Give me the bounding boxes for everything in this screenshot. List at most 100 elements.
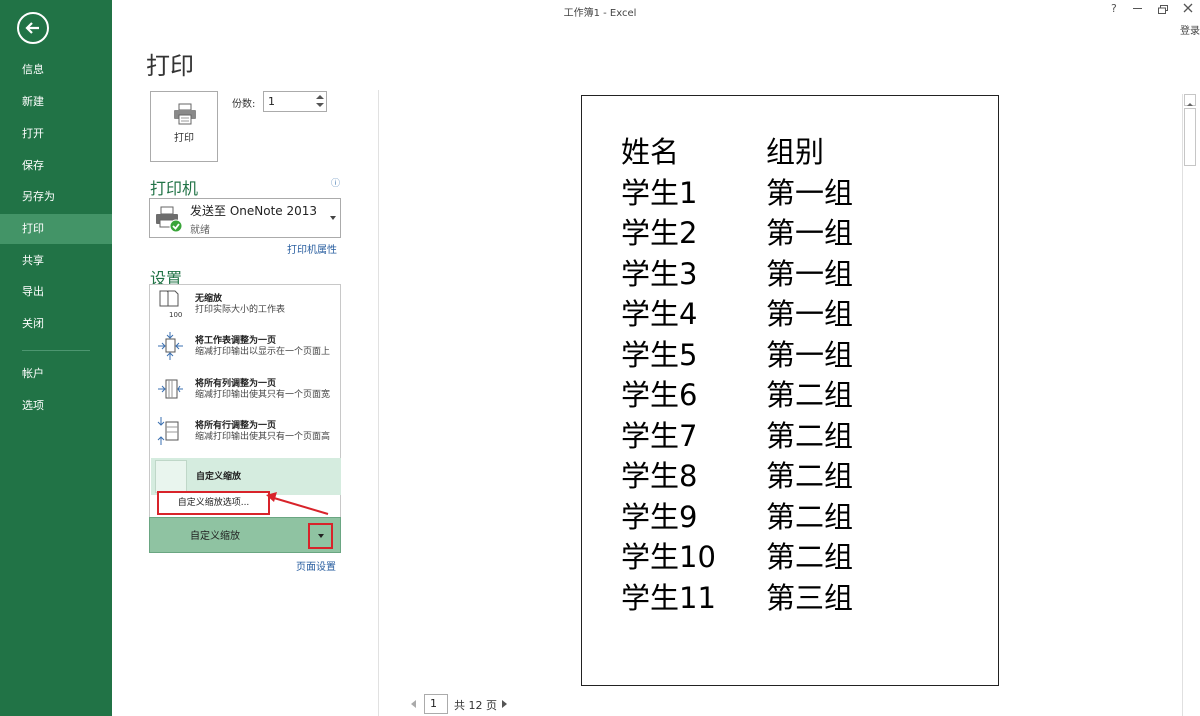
preview-cell-group: 第二组 [766,378,854,412]
printer-icon [174,103,196,125]
preview-divider [378,90,379,716]
fit-columns-icon [158,379,183,399]
nav-item-info[interactable]: 信息 [0,55,112,85]
next-page-icon[interactable] [500,699,508,709]
fit-rows-icon [157,417,179,445]
custom-scaling-options-item[interactable]: 自定义缩放选项... [157,491,270,515]
nav-item-options[interactable]: 选项 [0,391,112,421]
scaling-dropdown-menu: 100 无缩放 打印实际大小的工作表 将工作表调整为一页 缩减打印输出以显示在一… [149,284,341,520]
chevron-down-icon [318,534,324,538]
print-button-label: 打印 [174,133,194,144]
svg-text:100: 100 [169,311,182,319]
preview-cell-group: 第二组 [766,459,854,493]
preview-cell-group: 第一组 [766,297,854,331]
preview-cell-group: 第一组 [766,256,854,291]
sign-in-link[interactable]: 登录 [1180,22,1200,37]
preview-cell-name: 学生9 [621,499,698,534]
printer-select[interactable]: 发送至 OneNote 2013 就绪 [149,198,341,238]
nav-item-close[interactable]: 关闭 [0,309,112,339]
preview-cell-group: 第二组 [766,540,854,574]
preview-cell-name: 学生11 [621,580,716,615]
custom-scaling-icon [155,460,187,493]
nav-item-export[interactable]: 导出 [0,277,112,307]
nav-item-account[interactable]: 帐户 [0,359,112,389]
page-title: 打印 [146,52,194,80]
scale-option-fit-sheet[interactable]: 将工作表调整为一页 缩减打印输出以显示在一个页面上 [150,329,340,371]
scale-option-desc: 缩减打印输出以显示在一个页面上 [195,347,331,357]
preview-row: 学生1 第一组 [621,173,853,214]
scale-option-desc: 缩减打印输出使其只有一个页面宽 [195,390,331,400]
preview-row: 学生6 第二组 [621,375,853,416]
page-setup-link[interactable]: 页面设置 [296,558,336,573]
preview-table: 姓名 组别 学生1 第一组 学生2 第一组 学生3 第一组 学生4 第一组 学生5 第一组 学生6 第二组… [621,132,853,618]
nav-item-new[interactable]: 新建 [0,87,112,117]
annotation-arrow-icon [266,492,329,515]
back-arrow-icon [25,22,39,34]
minimize-icon[interactable] [1133,8,1142,9]
printer-properties-link[interactable]: 打印机属性 [287,241,337,256]
scale-option-fit-columns[interactable]: 将所有列调整为一页 缩减打印输出使其只有一个页面宽 [150,372,340,414]
nav-item-save-as[interactable]: 另存为 [0,182,112,212]
scale-option-title: 将所有行调整为一页 [195,421,277,431]
spin-down-icon[interactable] [316,103,324,107]
preview-cell-name: 学生7 [621,418,698,453]
scale-option-no-scaling[interactable]: 100 无缩放 打印实际大小的工作表 [150,287,340,327]
nav-item-print[interactable]: 打印 [0,214,112,244]
preview-cell-group: 第三组 [766,580,854,615]
printer-device-icon [156,206,183,233]
info-icon[interactable]: ⓘ [331,176,340,189]
page-total: 共 12 页 [454,699,497,712]
chevron-down-icon [330,216,336,220]
nav-divider [22,350,90,351]
print-preview-page: 姓名 组别 学生1 第一组 学生2 第一组 学生3 第一组 学生4 第一组 学生5 第一组 学生6 第二组… [581,95,999,686]
custom-scale-item-label: 自定义缩放 [196,472,242,482]
preview-cell-name: 学生2 [621,216,698,250]
preview-cell-name: 学生3 [621,256,698,291]
preview-cell-name: 学生8 [621,459,698,493]
restore-icon[interactable] [1158,4,1168,14]
backstage-nav: 信息 新建 打开 保存 另存为 打印 共享 导出 关闭 帐户 选项 [0,0,112,716]
preview-row: 学生3 第一组 [621,254,853,295]
prev-page-icon[interactable] [410,699,418,709]
scroll-thumb[interactable] [1184,108,1196,166]
print-button[interactable]: 打印 [150,91,218,162]
nav-item-save[interactable]: 保存 [0,151,112,181]
vertical-scrollbar[interactable] [1182,94,1196,716]
preview-row: 学生9 第二组 [621,497,853,538]
preview-row: 学生4 第一组 [621,294,853,335]
window-title: 工作簿1 - Excel [563,8,637,19]
page-number-input[interactable]: 1 [424,694,448,714]
scaling-dropdown-button[interactable] [308,523,333,549]
preview-row: 学生10 第二组 [621,537,853,578]
preview-cell-group: 第二组 [766,499,854,534]
scale-option-title: 无缩放 [195,294,223,304]
preview-row: 学生2 第一组 [621,213,853,254]
preview-row: 学生7 第二组 [621,416,853,457]
copies-spinner[interactable] [314,92,326,111]
preview-cell-group: 第一组 [766,337,854,372]
scaling-select[interactable]: 自定义缩放 [149,517,341,553]
printer-heading: 打印机 [150,179,199,198]
printer-name: 发送至 OneNote 2013 [190,204,318,218]
scale-option-desc: 打印实际大小的工作表 [195,305,286,315]
preview-cell-name: 姓名 [621,135,680,169]
preview-row: 学生5 第一组 [621,335,853,376]
preview-cell-group: 第二组 [766,418,854,453]
nav-item-share[interactable]: 共享 [0,246,112,276]
scale-option-desc: 缩减打印输出使其只有一个页面高 [195,432,331,442]
preview-cell-name: 学生5 [621,337,698,372]
nav-item-open[interactable]: 打开 [0,119,112,149]
spin-up-icon[interactable] [316,95,324,99]
preview-cell-name: 学生10 [621,540,716,574]
preview-row: 学生11 第三组 [621,578,853,619]
help-button[interactable]: ? [1111,2,1117,15]
preview-cell-name: 学生4 [621,297,698,331]
scaling-select-value: 自定义缩放 [190,531,240,542]
scale-option-fit-rows[interactable]: 将所有行调整为一页 缩减打印输出使其只有一个页面高 [150,414,340,456]
fit-sheet-icon [158,332,183,360]
back-button[interactable] [17,12,49,44]
scroll-up-button[interactable] [1184,94,1196,106]
close-window-icon[interactable] [1183,3,1193,16]
scale-option-title: 将所有列调整为一页 [195,379,277,389]
preview-row: 姓名 组别 [621,132,853,173]
